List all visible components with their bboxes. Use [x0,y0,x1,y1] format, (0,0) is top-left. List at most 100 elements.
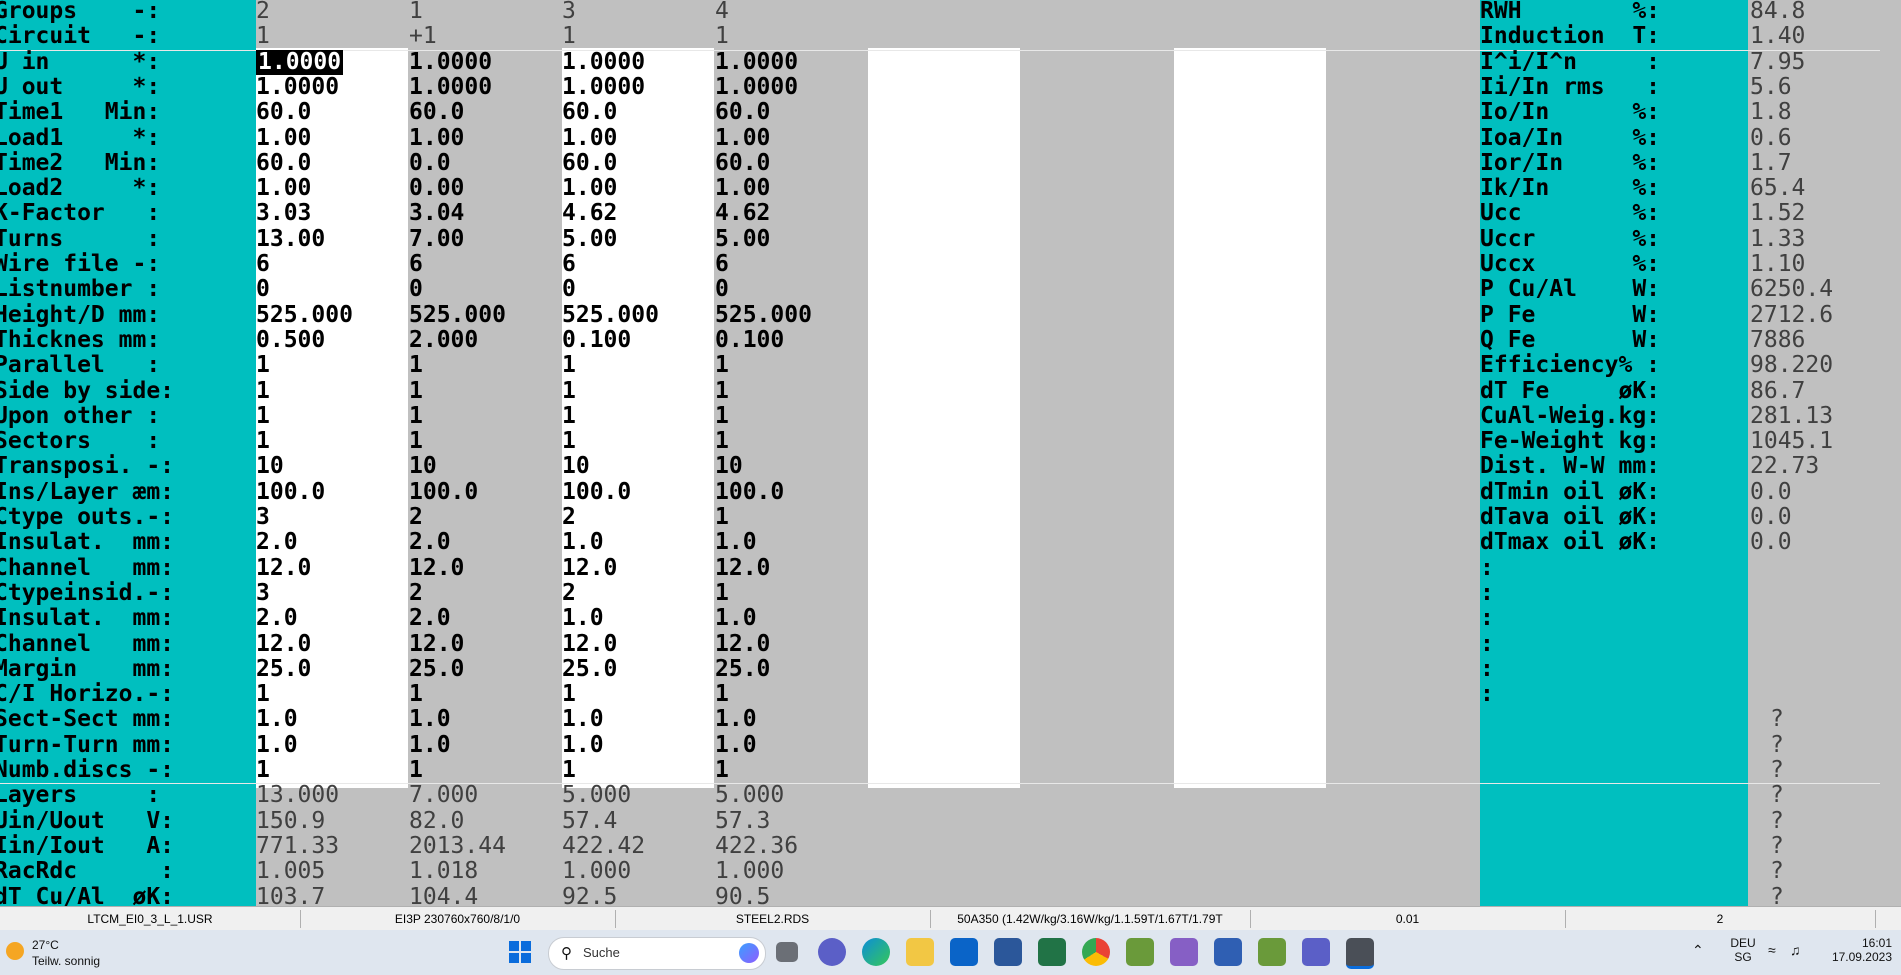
winding-3-value[interactable]: 12.0 [562,555,617,581]
winding-2-value[interactable]: 2.0 [409,606,451,631]
tray-overflow-chevron-icon[interactable]: ⌃ [1692,942,1704,959]
winding-3-value[interactable]: 2 [562,580,576,606]
winding-1-value[interactable]: 1 [256,429,270,454]
weather-widget[interactable]: 27°C Teilw. sonnig [4,936,124,970]
winding-4-value[interactable]: 1.0 [715,707,757,732]
winding-4-value[interactable]: 12.0 [715,631,770,657]
winding-4-value[interactable]: 1.0 [715,732,757,758]
winding-3-value[interactable]: 1.0 [562,530,604,555]
winding-1-value[interactable]: 100.0 [256,479,325,505]
winding-4-value[interactable]: 1.00 [715,125,770,151]
winding-1-value[interactable]: 0.500 [256,327,325,353]
winding-3-value[interactable]: 100.0 [562,479,631,505]
winding-4-value[interactable]: 0 [715,277,729,302]
chrome-icon[interactable] [1082,938,1110,966]
winding-2-value[interactable]: 1 [409,403,423,429]
winding-4-value[interactable]: 1.0 [715,530,757,555]
winding-1-value[interactable]: 1 [256,403,270,429]
winding-2-value[interactable]: 2 [409,505,423,530]
winding-1-value[interactable]: 2.0 [256,606,298,631]
winding-2-value[interactable]: 1.0 [409,707,451,732]
winding-2-value[interactable]: 1 [409,378,423,404]
winding-4-value[interactable]: 60.0 [715,100,770,125]
winding-3-value[interactable]: 1.0 [562,707,604,732]
winding-3-value[interactable]: 1.0000 [562,74,645,100]
outlook-icon[interactable] [950,938,978,966]
winding-2-value[interactable]: 525.000 [409,302,506,328]
clock[interactable]: 16:01 17.09.2023 [1820,936,1892,964]
winding-3-value[interactable]: 1 [562,758,576,783]
winding-2-value[interactable]: 1 [409,429,423,454]
winding-2-value[interactable]: 1 [409,758,423,783]
winding-4-value[interactable]: 10 [715,454,743,479]
winding-4-value[interactable]: 1 [715,505,729,530]
winding-3-value[interactable]: 1 [562,403,576,429]
winding-2-value[interactable]: 1.0000 [409,49,492,75]
edge-icon[interactable] [862,938,890,966]
winding-1-value[interactable]: 1.00 [256,176,311,201]
teams-icon[interactable] [1302,938,1330,966]
winding-4-value[interactable]: 1 [715,758,729,783]
winding-4-value[interactable]: 1 [715,403,729,429]
winding-1-value[interactable]: 12.0 [256,555,311,581]
winding-1-value[interactable]: 60.0 [256,100,311,125]
winding-3-value[interactable]: 5.00 [562,226,617,252]
winding-4-value[interactable]: 0.100 [715,327,784,353]
language-indicator[interactable]: DEU SG [1728,936,1758,964]
winding-1-value[interactable]: 1.0 [256,732,298,758]
winding-1-value[interactable]: 2.0 [256,530,298,555]
winding-2-value[interactable]: 0 [409,277,423,302]
active-app-icon[interactable] [1346,938,1374,969]
winding-4-value[interactable]: 1 [715,378,729,404]
winding-3-value[interactable]: 12.0 [562,631,617,657]
winding-2-value[interactable]: 1.0 [409,732,451,758]
winding-3-value[interactable]: 6 [562,252,576,277]
winding-4-value[interactable]: 6 [715,252,729,277]
file-explorer-icon[interactable] [906,938,934,966]
word-icon[interactable] [994,938,1022,966]
winding-1-value[interactable]: 3 [256,505,270,530]
winding-1-value[interactable]: 1 [256,353,270,378]
taskbar-search-box[interactable]: ⚲ Suche [548,937,766,970]
winding-2-value[interactable]: 12.0 [409,631,464,657]
winding-3-value[interactable]: 1 [562,429,576,454]
winding-1-value[interactable]: 1.0000 [256,74,339,100]
winding-4-value[interactable]: 5.00 [715,226,770,252]
winding-4-value[interactable]: 1.0 [715,606,757,631]
winding-1-value[interactable]: 13.00 [256,226,325,252]
winding-3-value[interactable]: 25.0 [562,656,617,682]
winding-1-value[interactable]: 3 [256,580,270,606]
winding-2-value[interactable]: 1 [409,682,423,707]
winding-1-value[interactable]: 0 [256,277,270,302]
winding-3-value[interactable]: 4.62 [562,201,617,226]
excel-icon[interactable] [1038,938,1066,966]
winding-2-value[interactable]: 1.0000 [409,74,492,100]
volume-icon[interactable]: ♫ [1790,942,1801,958]
winding-2-value[interactable]: 6 [409,252,423,277]
winding-4-value[interactable]: 1.00 [715,176,770,201]
winding-1-value[interactable]: 3.03 [256,201,311,226]
winding-1-value[interactable]: 1.0000 [256,49,344,75]
winding-4-value[interactable]: 525.000 [715,302,812,328]
winding-4-value[interactable]: 60.0 [715,150,770,176]
winding-4-value[interactable]: 25.0 [715,656,770,682]
winding-3-value[interactable]: 2 [562,505,576,530]
winding-3-value[interactable]: 1.0000 [562,49,645,75]
winding-3-value[interactable]: 1 [562,682,576,707]
winding-2-value[interactable]: 100.0 [409,479,478,505]
winding-1-value[interactable]: 25.0 [256,656,311,682]
winding-2-value[interactable]: 25.0 [409,656,464,682]
winding-2-value[interactable]: 2.000 [409,327,478,353]
visual-studio-icon[interactable] [1170,938,1198,966]
winding-1-value[interactable]: 1.0 [256,707,298,732]
winding-2-value[interactable]: 2.0 [409,530,451,555]
winding-1-value[interactable]: 1 [256,378,270,404]
z-app-icon-1[interactable] [1126,938,1154,966]
winding-3-value[interactable]: 0.100 [562,327,631,353]
windows-start-icon[interactable] [506,938,534,966]
wifi-icon[interactable]: ≈ [1768,942,1776,958]
chat-icon[interactable] [818,938,846,966]
winding-3-value[interactable]: 1.0 [562,732,604,758]
winding-4-value[interactable]: 12.0 [715,555,770,581]
winding-2-value[interactable]: 0.00 [409,176,464,201]
